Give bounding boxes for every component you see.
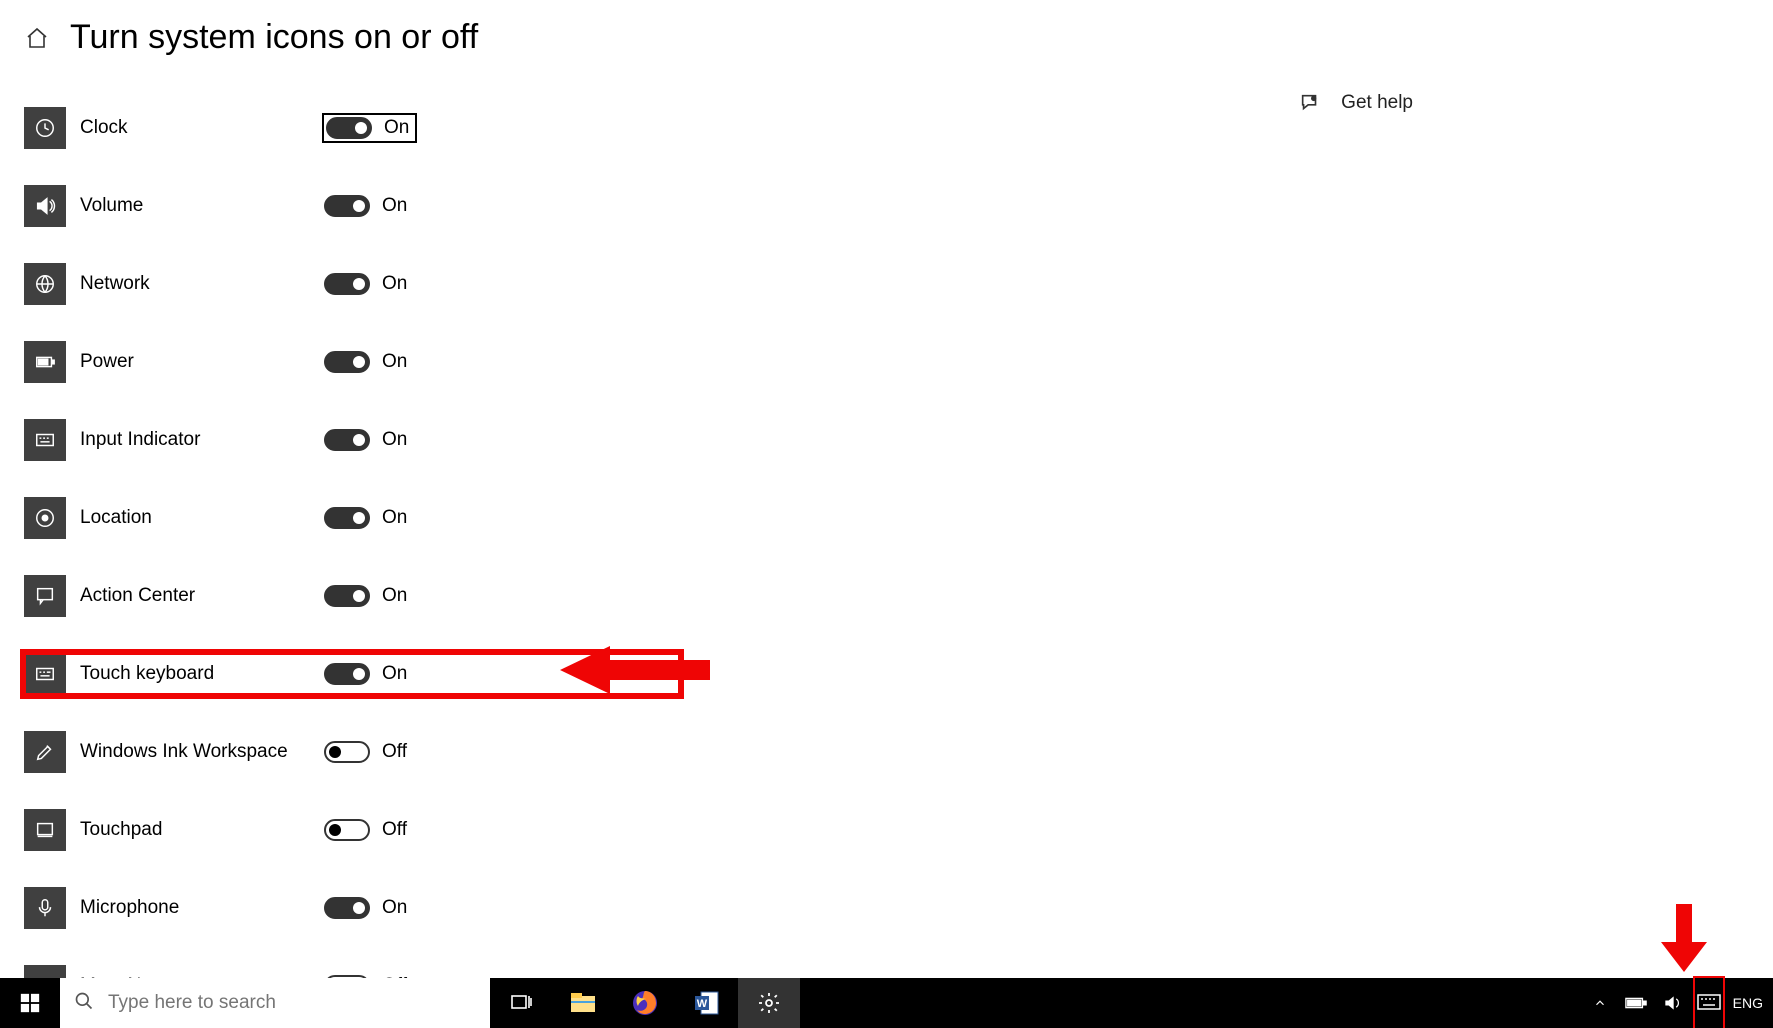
system-tray: ENG	[1587, 978, 1773, 1028]
tray-volume-icon[interactable]	[1659, 978, 1685, 1028]
word-icon[interactable]: W	[676, 978, 738, 1028]
firefox-icon[interactable]	[614, 978, 676, 1028]
setting-label: Microphone	[80, 897, 300, 919]
setting-row-microphone: Microphone On	[24, 887, 680, 929]
power-icon	[24, 341, 66, 383]
toggle-wrap: On	[324, 429, 407, 451]
toggle-wrap: On	[324, 195, 407, 217]
setting-label: Touchpad	[80, 819, 300, 841]
setting-label: Clock	[80, 117, 300, 139]
network-icon	[24, 263, 66, 305]
setting-label: Action Center	[80, 585, 300, 607]
toggle-wrap: On	[324, 507, 407, 529]
task-view-icon[interactable]	[490, 978, 552, 1028]
taskbar-search[interactable]	[60, 978, 490, 1028]
toggle-switch[interactable]	[324, 897, 370, 919]
tray-chevron-icon[interactable]	[1587, 978, 1613, 1028]
setting-row-input-indicator: Input Indicator On	[24, 419, 680, 461]
toggle-wrap: On	[324, 273, 407, 295]
setting-row-power: Power On	[24, 341, 680, 383]
toggle-state-label: Off	[382, 819, 407, 841]
setting-label: Power	[80, 351, 300, 373]
touch-keyboard-icon	[24, 653, 66, 695]
setting-row-windows-ink-workspace: Windows Ink Workspace Off	[24, 731, 680, 773]
setting-row-clock: Clock On	[24, 107, 680, 149]
toggle-state-label: On	[382, 273, 407, 295]
home-icon[interactable]	[24, 25, 50, 51]
clock-icon	[24, 107, 66, 149]
toggle-wrap: Off	[324, 819, 407, 841]
toggle-switch[interactable]	[324, 585, 370, 607]
setting-label: Windows Ink Workspace	[80, 741, 300, 763]
location-icon	[24, 497, 66, 539]
toggle-switch[interactable]	[324, 429, 370, 451]
toggle-state-label: On	[382, 663, 407, 685]
toggle-switch[interactable]	[324, 351, 370, 373]
taskbar: W ENG	[0, 978, 1773, 1028]
page-title: Turn system icons on or off	[70, 18, 478, 57]
setting-row-volume: Volume On	[24, 185, 680, 227]
toggle-switch[interactable]	[326, 117, 372, 139]
toggle-state-label: On	[382, 897, 407, 919]
annotation-arrow-left	[560, 642, 710, 698]
file-explorer-icon[interactable]	[552, 978, 614, 1028]
toggle-state-label: On	[382, 195, 407, 217]
toggle-switch[interactable]	[324, 195, 370, 217]
toggle-state-label: On	[382, 429, 407, 451]
tray-touch-keyboard-icon[interactable]	[1695, 978, 1723, 1028]
toggle-wrap: On	[324, 897, 407, 919]
tray-language[interactable]: ENG	[1733, 978, 1763, 1028]
help-icon	[1299, 92, 1321, 114]
get-help-label: Get help	[1341, 92, 1413, 114]
search-input[interactable]	[108, 992, 476, 1014]
setting-label: Input Indicator	[80, 429, 300, 451]
toggle-state-label: On	[382, 585, 407, 607]
windows-ink-icon	[24, 731, 66, 773]
toggle-wrap: On	[324, 663, 407, 685]
toggle-wrap: Off	[324, 741, 407, 763]
svg-text:W: W	[697, 998, 708, 1010]
toggle-switch[interactable]	[324, 507, 370, 529]
taskbar-apps: W	[490, 978, 800, 1028]
setting-label: Volume	[80, 195, 300, 217]
input-indicator-icon	[24, 419, 66, 461]
settings-icon[interactable]	[738, 978, 800, 1028]
page-header: Turn system icons on or off	[0, 0, 1773, 67]
toggle-state-label: On	[382, 351, 407, 373]
start-button[interactable]	[0, 978, 60, 1028]
get-help-link[interactable]: Get help	[1299, 92, 1413, 114]
toggle-switch[interactable]	[324, 273, 370, 295]
toggle-switch[interactable]	[324, 819, 370, 841]
toggle-switch[interactable]	[324, 663, 370, 685]
toggle-wrap: On	[324, 115, 415, 141]
search-icon	[74, 991, 94, 1016]
setting-label: Network	[80, 273, 300, 295]
volume-icon	[24, 185, 66, 227]
setting-label: Location	[80, 507, 300, 529]
system-icons-list: ClockOnVolumeOnNetworkOnPowerOnInput Ind…	[0, 107, 680, 1007]
touchpad-icon	[24, 809, 66, 851]
toggle-state-label: Off	[382, 741, 407, 763]
setting-row-action-center: Action Center On	[24, 575, 680, 617]
microphone-icon	[24, 887, 66, 929]
setting-row-network: Network On	[24, 263, 680, 305]
action-center-icon	[24, 575, 66, 617]
toggle-wrap: On	[324, 351, 407, 373]
toggle-state-label: On	[384, 117, 409, 139]
setting-row-touchpad: Touchpad Off	[24, 809, 680, 851]
toggle-state-label: On	[382, 507, 407, 529]
annotation-arrow-down	[1661, 904, 1707, 972]
setting-label: Touch keyboard	[80, 663, 300, 685]
toggle-switch[interactable]	[324, 741, 370, 763]
setting-row-location: Location On	[24, 497, 680, 539]
toggle-wrap: On	[324, 585, 407, 607]
tray-battery-icon[interactable]	[1623, 978, 1649, 1028]
